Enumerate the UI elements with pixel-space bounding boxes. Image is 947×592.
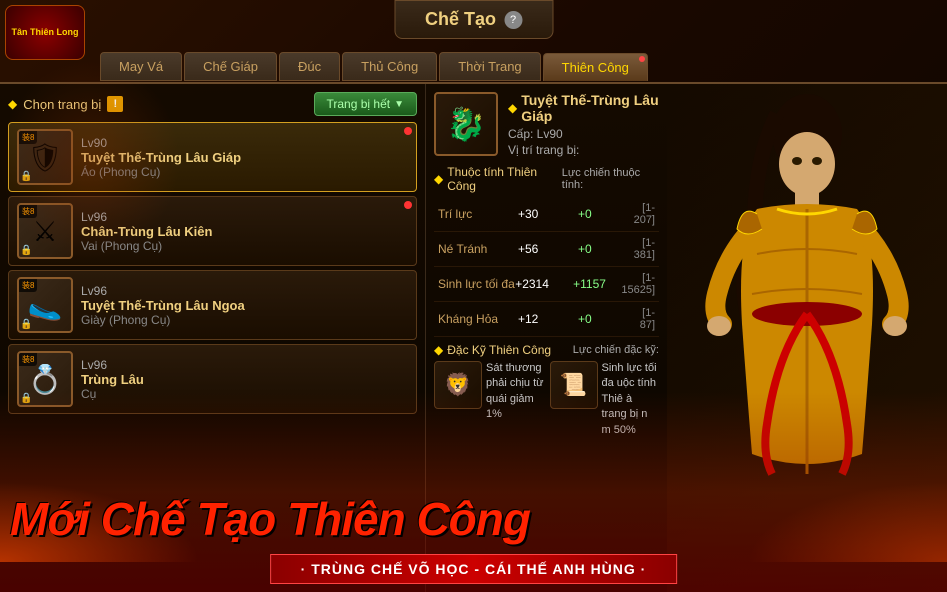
item-info: Lv96 Trùng Lâu Cụ [81, 358, 408, 401]
skill-item: 🦁 Sát thương phải chịu từ quái giảm 1% [434, 361, 544, 438]
flame-right [747, 482, 947, 562]
attributes-header: ◆ Thuộc tính Thiên Công Lực chiến thuộc … [434, 165, 659, 193]
item-level-badge: 装8 [19, 279, 37, 292]
detail-info: ◆ Tuyệt Thế-Trùng Lâu Giáp Cấp: Lv90 Vị … [508, 92, 659, 157]
item-icon: 装8 💍 🔒 [17, 351, 73, 407]
lock-icon: 🔒 [19, 392, 33, 405]
stat-bonus: +1157 [573, 277, 621, 291]
skill-description: Sinh lực tối đa uộc tính Thiê à trang bị… [602, 361, 660, 438]
detail-item-position: Vị trí trang bị: [508, 143, 659, 157]
skill-description: Sát thương phải chịu từ quái giảm 1% [486, 361, 544, 423]
tab-thien-cong[interactable]: Thiên Công [543, 53, 648, 81]
skill-icon: 📜 [550, 361, 598, 409]
stat-name: Sinh lực tối đa [438, 277, 515, 291]
skills-header-left: ◆ Đặc Kỹ Thiên Công [434, 343, 551, 357]
title-bar: Chế Tạo ? [394, 0, 553, 39]
stat-range: [1-381] [628, 237, 655, 261]
stat-name: Né Tránh [438, 242, 518, 256]
right-panel: 🐉 ◆ Tuyệt Thế-Trùng Lâu Giáp Cấp: Lv90 V… [425, 84, 667, 592]
skill-item: 📜 Sinh lực tối đa uộc tính Thiê à trang … [550, 361, 660, 438]
attributes-right: Lực chiến thuộc tính: [562, 167, 659, 191]
item-icon-image: 💍 [28, 363, 63, 396]
tab-thu-cong[interactable]: Thủ Công [342, 52, 437, 81]
detail-item-level: Cấp: Lv90 [508, 127, 659, 141]
stat-value: +12 [518, 312, 578, 326]
stat-row: Sinh lực tối đa +2314 +1157 [1-15625] [434, 267, 659, 302]
attributes-title: Thuộc tính Thiên Công [447, 165, 562, 193]
item-level-badge: 装8 [19, 353, 37, 366]
logo-text: Tân Thiên Long [12, 27, 79, 38]
flame-left [0, 482, 200, 562]
logo: Tân Thiên Long [5, 5, 85, 60]
notification-dot [404, 127, 412, 135]
equipment-item[interactable]: 装8 💍 🔒 Lv96 Trùng Lâu Cụ [8, 344, 417, 414]
lock-icon: 🔒 [19, 318, 33, 331]
stat-range: [1-15625] [621, 272, 655, 296]
skills-title: Đặc Kỹ Thiên Công [447, 343, 551, 357]
stat-row: Trí lực +30 +0 [1-207] [434, 197, 659, 232]
stat-row: Né Tránh +56 +0 [1-381] [434, 232, 659, 267]
detail-item-name: Tuyệt Thế-Trùng Lâu Giáp [521, 92, 659, 124]
stat-range: [1-207] [628, 202, 655, 226]
skill-icon: 🦁 [434, 361, 482, 409]
attributes-section: ◆ Thuộc tính Thiên Công Lực chiến thuộc … [434, 165, 659, 337]
nav-tabs: May Vá Chế Giáp Đúc Thủ Công Thời Trang … [90, 52, 947, 81]
tab-may-va[interactable]: May Vá [100, 52, 182, 81]
stat-value: +56 [518, 242, 578, 256]
item-level-text: Lv96 [81, 358, 408, 372]
character-figure [667, 84, 947, 544]
stat-bonus: +0 [578, 312, 628, 326]
item-name: Tuyệt Thế-Trùng Lâu Ngoa [81, 298, 408, 313]
item-slot: Cụ [81, 387, 408, 401]
skills-list: 🦁 Sát thương phải chịu từ quái giảm 1% 📜… [434, 361, 659, 438]
stat-range: [1-87] [628, 307, 655, 331]
stat-bonus: +0 [578, 242, 628, 256]
detail-header: 🐉 ◆ Tuyệt Thế-Trùng Lâu Giáp Cấp: Lv90 V… [434, 92, 659, 157]
attributes-header-left: ◆ Thuộc tính Thiên Công [434, 165, 562, 193]
stat-bonus: +0 [578, 207, 628, 221]
app-title: Chế Tạo [425, 9, 496, 30]
item-name: Trùng Lâu [81, 372, 408, 387]
equipment-item[interactable]: 装8 🥿 🔒 Lv96 Tuyệt Thế-Trùng Lâu Ngoa Già… [8, 270, 417, 340]
item-info: Lv96 Tuyệt Thế-Trùng Lâu Ngoa Giày (Phon… [81, 284, 408, 327]
skills-header: ◆ Đặc Kỹ Thiên Công Lực chiến đặc kỹ: [434, 343, 659, 357]
item-icon: 装8 🥿 🔒 [17, 277, 73, 333]
diamond-icon-skills: ◆ [434, 343, 443, 357]
diamond-icon-stats: ◆ [434, 172, 443, 186]
dragon-decoration [0, 60, 180, 260]
item-slot: Giày (Phong Cụ) [81, 313, 408, 327]
stat-row: Kháng Hỏa +12 +0 [1-87] [434, 302, 659, 337]
character-svg [677, 84, 937, 534]
stat-name: Kháng Hỏa [438, 312, 518, 326]
tab-che-giap[interactable]: Chế Giáp [184, 52, 277, 81]
diamond-icon-detail: ◆ [508, 101, 517, 115]
stat-name: Trí lực [438, 207, 518, 221]
notification-dot [404, 201, 412, 209]
item-level-text: Lv96 [81, 284, 408, 298]
stat-value: +2314 [515, 277, 573, 291]
detail-item-icon: 🐉 [434, 92, 498, 156]
stat-value: +30 [518, 207, 578, 221]
tab-thoi-trang[interactable]: Thời Trang [439, 52, 540, 81]
item-icon-image: 🥿 [28, 289, 63, 322]
dropdown-arrow-icon: ▼ [394, 99, 404, 110]
dropdown-button[interactable]: Trang bị hết ▼ [314, 92, 418, 116]
help-icon[interactable]: ? [504, 11, 522, 29]
skills-section: ◆ Đặc Kỹ Thiên Công Lực chiến đặc kỹ: 🦁 … [434, 343, 659, 438]
detail-section-header: ◆ Tuyệt Thế-Trùng Lâu Giáp [508, 92, 659, 124]
tab-duc[interactable]: Đúc [279, 52, 340, 81]
skills-right: Lực chiến đặc kỹ: [573, 344, 659, 356]
